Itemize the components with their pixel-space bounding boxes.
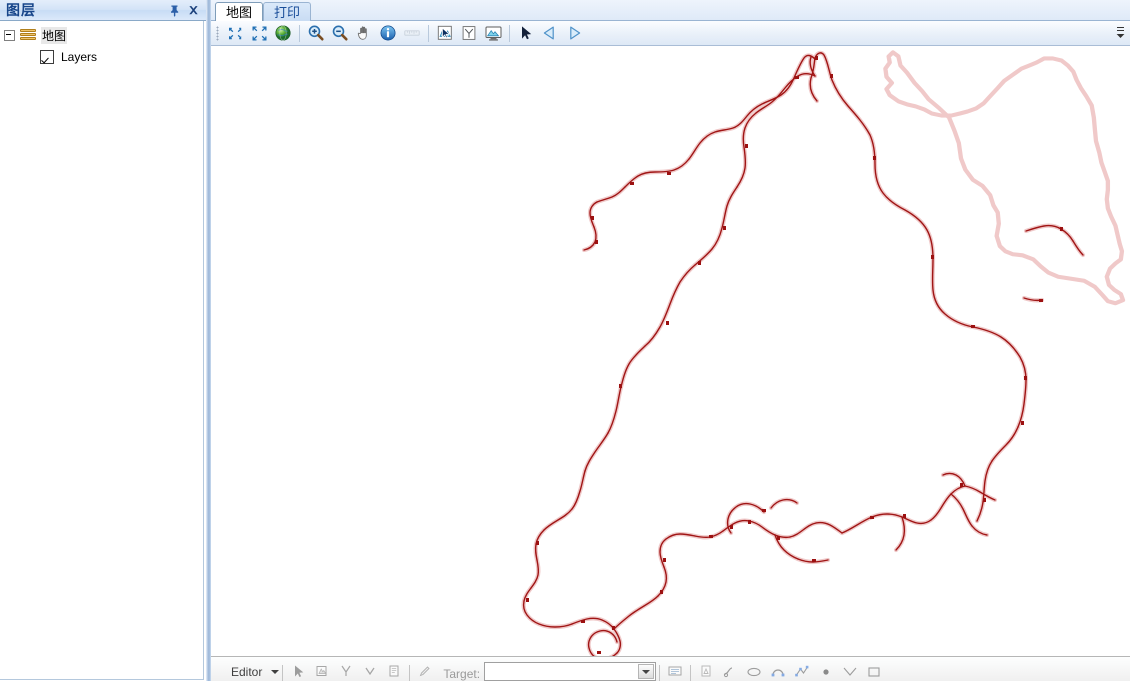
toc-panel-title: 图层 [6,2,36,18]
editor-separator [690,665,692,681]
editor-toolbar: Editor Target: [211,656,1130,681]
map-canvas[interactable]: http://blog.csdn.net/deirjie [211,46,1130,656]
tab-map[interactable]: 地图 [215,2,264,21]
tab-print[interactable]: 打印 [263,2,312,21]
toolbar-overflow-chevron-icon[interactable] [1115,23,1126,43]
arcgis-map-application-window: 图层 地图 Layers 地图 打印 Editor Target: [0,0,1130,681]
toc-layer-label: Layers [61,49,98,64]
measure-icon [400,22,424,44]
editor-separator [659,665,661,681]
editor-menu-label: Editor [231,665,263,679]
go-forward-extent-icon[interactable] [562,22,586,44]
chevron-down-icon [271,670,280,674]
edit-annotation-icon[interactable] [310,661,334,681]
full-extent-arrows-icon[interactable] [247,22,271,44]
refresh-view-icon[interactable] [481,22,505,44]
select-elements-arrow-icon[interactable] [514,22,538,44]
toc-title-bar: 图层 [0,0,206,21]
globe-full-extent-icon[interactable] [271,22,295,44]
collapse-expander-icon[interactable] [4,30,15,41]
pin-icon[interactable] [167,3,182,18]
zoom-out-icon[interactable] [328,22,352,44]
boundary-polyline [521,50,1086,656]
boundary-vertex-accents [526,56,1063,654]
editor-separator [282,665,284,681]
ellipse-tool-icon[interactable] [742,661,766,681]
rectangle-tool-icon[interactable] [862,661,886,681]
endpoint-arc-icon[interactable] [838,661,862,681]
toc-tree-item-map[interactable]: 地图 [0,26,203,45]
boundary-halo [521,50,1086,656]
layer-visibility-checkbox[interactable] [40,49,54,64]
create-features-icon[interactable] [694,661,718,681]
trace-tool-icon[interactable] [718,661,742,681]
toc-tree-body: 地图 Layers [0,21,204,680]
toolbar-separator [428,24,429,42]
target-label: Target: [443,667,481,681]
polyline-tool-icon[interactable] [790,661,814,681]
attribute-table-icon[interactable] [663,661,687,681]
table-of-contents-panel: 图层 地图 Layers [0,0,206,681]
toc-tree-item-layers[interactable]: Layers [0,47,203,66]
target-layer-combobox[interactable] [484,662,657,681]
editor-menu-button[interactable]: Editor [231,663,280,681]
rotate-tool-icon[interactable] [358,661,382,681]
clear-selection-icon[interactable] [457,22,481,44]
toolbar-grip-handle[interactable] [216,25,219,41]
toc-root-label: 地图 [41,27,68,44]
toolbar-separator [299,24,300,42]
edit-tool-icon[interactable] [286,661,310,681]
boundary-stroke [522,52,1084,656]
sketch-properties-icon[interactable] [413,661,437,681]
select-features-icon[interactable] [433,22,457,44]
chevron-down-icon[interactable] [638,664,655,679]
identify-info-icon[interactable] [376,22,400,44]
pan-hand-icon[interactable] [352,22,376,44]
map-toolbar [211,21,1130,46]
map-document-area: 地图 打印 Editor Target: [211,0,1130,681]
close-icon[interactable] [186,3,201,18]
attributes-icon[interactable] [382,661,406,681]
toolbar-separator [509,24,510,42]
arc-tool-icon[interactable] [766,661,790,681]
zoom-in-icon[interactable] [304,22,328,44]
point-tool-icon[interactable] [814,661,838,681]
zoom-to-selection-icon[interactable] [223,22,247,44]
layers-stack-icon [20,29,37,42]
editor-separator [409,665,411,681]
view-tabstrip: 地图 打印 [211,0,1130,21]
go-back-extent-icon[interactable] [538,22,562,44]
split-tool-icon[interactable] [334,661,358,681]
